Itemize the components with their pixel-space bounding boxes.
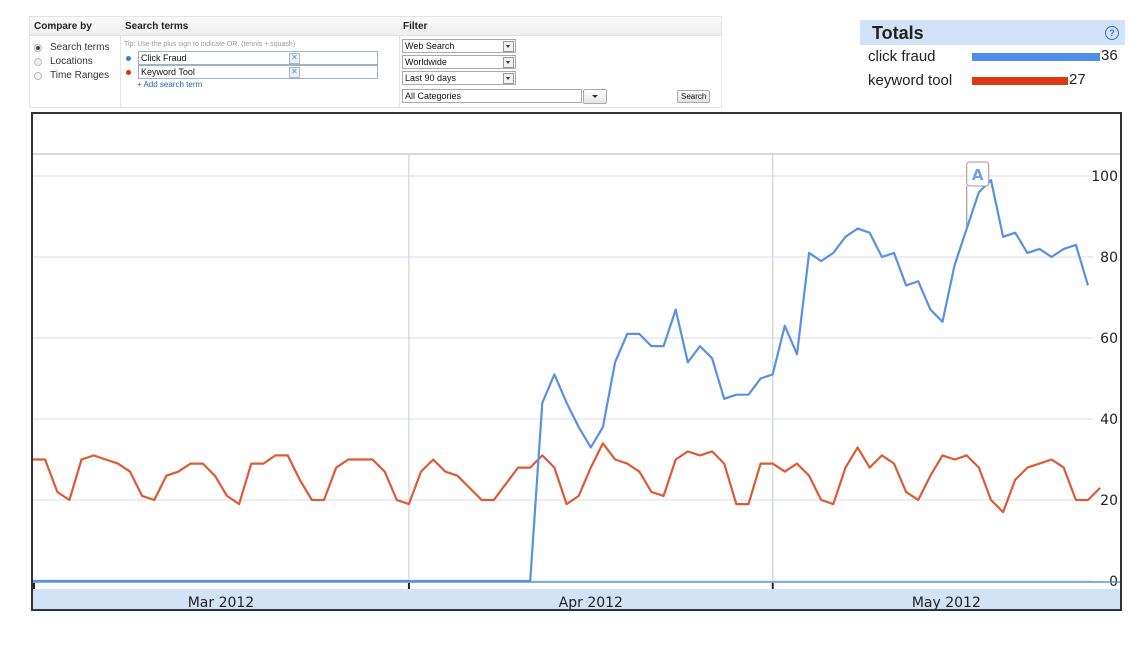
search-button[interactable]: Search: [677, 90, 711, 103]
y-tick-label: 20: [1100, 493, 1118, 509]
search-term-row: [126, 65, 378, 79]
time-range-value: Last 90 days: [405, 73, 457, 83]
location-value: Worldwide: [405, 57, 447, 67]
radio-label: Locations: [50, 56, 93, 67]
y-tick-label: 40: [1100, 412, 1118, 428]
chart-canvas: 020406080100AMar 2012 Apr 2012 May 2012: [33, 153, 1120, 609]
totals-panel: Totals ? click fraud 36 keyword tool 27: [860, 20, 1125, 93]
month-label: May 2012: [912, 595, 981, 609]
search-type-select[interactable]: Web Search: [402, 39, 516, 53]
y-tick-label: 60: [1100, 331, 1118, 347]
total-bar: [972, 53, 1100, 61]
compare-by-time-ranges[interactable]: Time Ranges: [34, 70, 109, 81]
totals-header: Totals ?: [860, 20, 1125, 45]
series-color-dot-icon: [126, 55, 131, 61]
y-tick-label: 100: [1091, 169, 1118, 185]
total-row-click-fraud: click fraud 36: [860, 45, 1125, 69]
query-panel-header: Compare by Search terms Filter: [30, 17, 721, 36]
location-select[interactable]: Worldwide: [402, 55, 516, 69]
total-value: 27: [1069, 71, 1086, 88]
search-term-input-1[interactable]: [138, 51, 378, 65]
y-tick-label: 80: [1100, 250, 1118, 266]
add-search-term-link[interactable]: + Add search term: [137, 80, 202, 89]
dropdown-arrow-icon[interactable]: [503, 57, 514, 68]
series-line-click-fraud: [33, 178, 1090, 583]
annotation-label: A: [972, 166, 984, 184]
search-type-value: Web Search: [405, 41, 455, 51]
totals-title: Totals: [872, 23, 924, 43]
total-label: click fraud: [868, 48, 936, 65]
radio-label: Search terms: [50, 42, 110, 53]
trend-chart: 0 20 40 60 80 100 A Mar 2012 Apr 2012 May 2012: [31, 112, 1122, 611]
search-tip: Tip: Use the plus sign to indicate OR. (…: [124, 41, 296, 48]
category-select[interactable]: All Categories: [402, 89, 582, 103]
dropdown-arrow-icon[interactable]: [503, 73, 514, 84]
compare-by-search-terms[interactable]: Search terms: [34, 42, 109, 53]
filter-title: Filter: [403, 21, 428, 32]
column-divider: [399, 36, 400, 107]
search-term-input-2[interactable]: [138, 65, 378, 79]
radio-icon[interactable]: [34, 71, 42, 80]
total-row-keyword-tool: keyword tool 27: [860, 69, 1125, 93]
category-dropdown-button[interactable]: [583, 89, 607, 104]
month-label: Mar 2012: [188, 595, 255, 609]
total-bar: [972, 77, 1068, 85]
compare-by-locations[interactable]: Locations: [34, 56, 93, 67]
remove-term-1-icon[interactable]: ✕: [289, 53, 300, 64]
total-label: keyword tool: [868, 72, 953, 89]
radio-label: Time Ranges: [50, 70, 110, 81]
search-terms-title: Search terms: [125, 21, 189, 32]
radio-icon[interactable]: [34, 57, 42, 66]
remove-term-2-icon[interactable]: ✕: [289, 67, 300, 78]
column-divider: [120, 36, 121, 107]
series-line-keyword-tool: [33, 442, 1101, 514]
compare-by-title: Compare by: [34, 21, 92, 32]
query-panel: Compare by Search terms Filter Search te…: [29, 16, 722, 108]
month-label: Apr 2012: [559, 595, 623, 609]
category-value: All Categories: [405, 91, 462, 101]
time-range-select[interactable]: Last 90 days: [402, 71, 516, 85]
search-term-row: [126, 51, 378, 65]
series-color-dot-icon: [126, 69, 131, 75]
total-value: 36: [1101, 47, 1118, 64]
radio-icon[interactable]: [34, 43, 42, 52]
help-icon[interactable]: ?: [1105, 26, 1119, 40]
dropdown-arrow-icon[interactable]: [503, 41, 514, 52]
